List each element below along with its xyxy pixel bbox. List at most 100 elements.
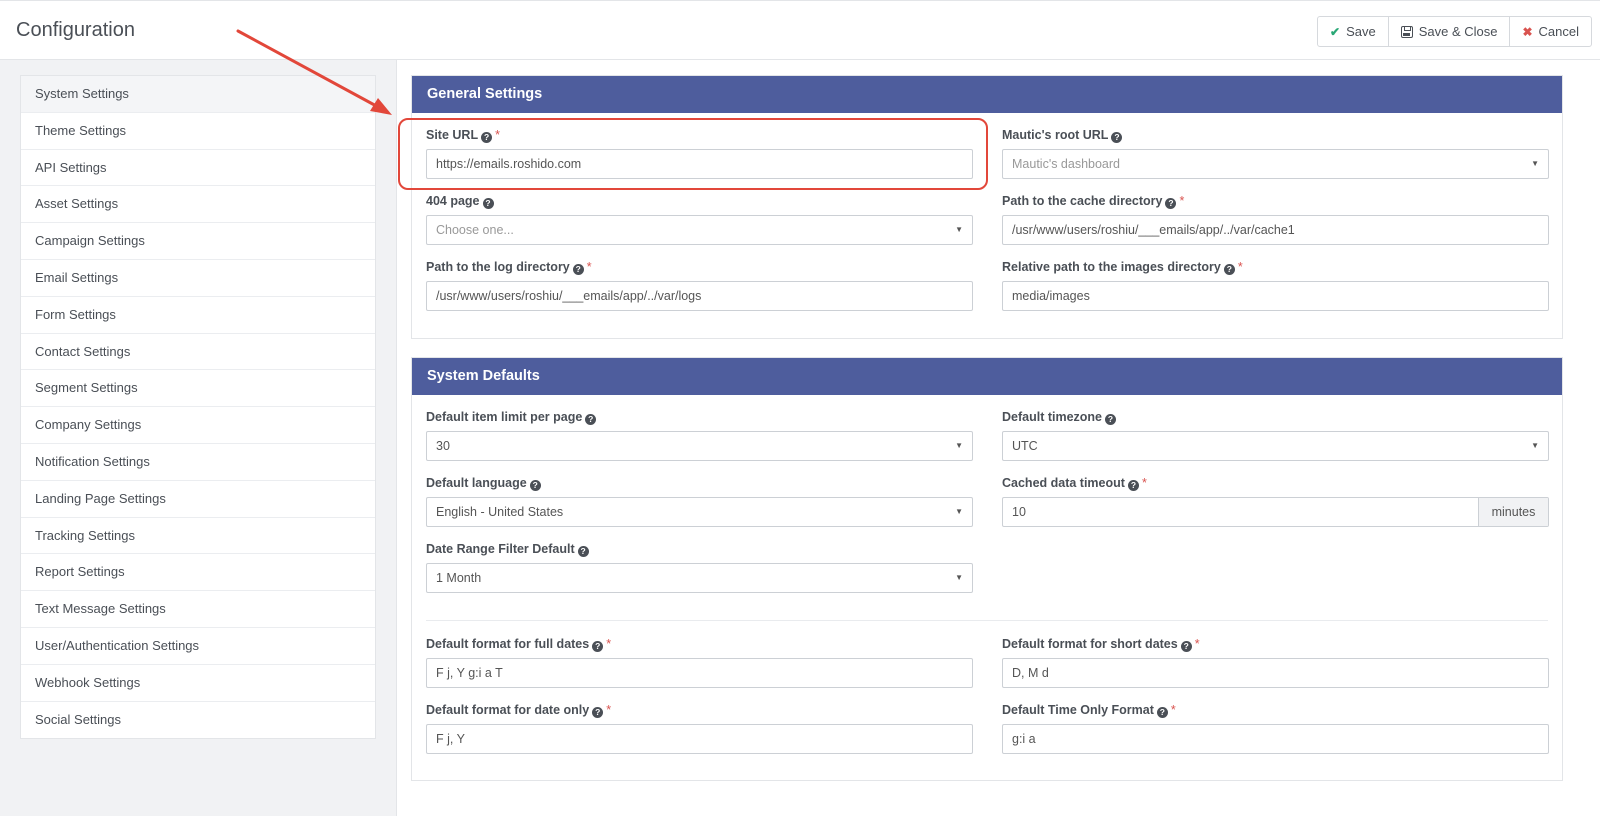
- page-404-label: 404 page: [426, 194, 480, 208]
- page-title: Configuration: [16, 19, 135, 41]
- general-settings-panel: General Settings Site URL? * https://emai…: [411, 75, 1563, 339]
- save-button[interactable]: ✔ Save: [1318, 17, 1388, 46]
- help-icon[interactable]: ?: [592, 641, 604, 652]
- item-limit-label: Default item limit per page: [426, 410, 583, 424]
- date-only-label: Default format for date only: [426, 703, 590, 717]
- root-url-field: Mautic's root URL? Mautic's dashboard ▼: [1002, 127, 1549, 179]
- sidebar-item-webhook[interactable]: Webhook Settings: [21, 665, 375, 702]
- time-only-input[interactable]: g:i a: [1002, 724, 1549, 754]
- help-icon[interactable]: ?: [1223, 264, 1235, 275]
- images-dir-input[interactable]: media/images: [1002, 281, 1549, 311]
- sidebar-item-contact[interactable]: Contact Settings: [21, 334, 375, 371]
- help-icon[interactable]: ?: [592, 707, 604, 718]
- help-icon[interactable]: ?: [585, 414, 597, 425]
- help-icon[interactable]: ?: [1111, 132, 1123, 143]
- sidebar-item-landing-page[interactable]: Landing Page Settings: [21, 481, 375, 518]
- help-icon[interactable]: ?: [1105, 414, 1117, 425]
- date-range-select[interactable]: 1 Month ▼: [426, 563, 973, 593]
- save-button-label: Save: [1346, 24, 1376, 39]
- page-404-placeholder: Choose one...: [436, 223, 514, 237]
- help-icon[interactable]: ?: [572, 264, 584, 275]
- help-icon[interactable]: ?: [1165, 198, 1177, 209]
- help-icon[interactable]: ?: [529, 480, 541, 491]
- sidebar-item-tracking[interactable]: Tracking Settings: [21, 518, 375, 555]
- language-label: Default language: [426, 476, 527, 490]
- cache-timeout-field: Cached data timeout? * 10 minutes: [1002, 475, 1549, 527]
- help-icon[interactable]: ?: [1180, 641, 1192, 652]
- timezone-field: Default timezone? UTC ▼: [1002, 409, 1549, 461]
- sidebar-item-report[interactable]: Report Settings: [21, 554, 375, 592]
- short-dates-field: Default format for short dates? * D, M d: [1002, 636, 1549, 688]
- cache-dir-input[interactable]: /usr/www/users/roshiu/___emails/app/../v…: [1002, 215, 1549, 245]
- sidebar-item-notification[interactable]: Notification Settings: [21, 444, 375, 481]
- cache-timeout-label: Cached data timeout: [1002, 476, 1125, 490]
- cache-timeout-input[interactable]: 10 minutes: [1002, 497, 1549, 527]
- system-defaults-panel: System Defaults Default item limit per p…: [411, 357, 1563, 781]
- required-mark: *: [1141, 476, 1147, 490]
- help-icon[interactable]: ?: [1127, 480, 1139, 491]
- date-range-value: 1 Month: [436, 571, 482, 585]
- timezone-value: UTC: [1012, 439, 1038, 453]
- item-limit-select[interactable]: 30 ▼: [426, 431, 973, 461]
- root-url-placeholder: Mautic's dashboard: [1012, 157, 1121, 171]
- time-only-label: Default Time Only Format: [1002, 703, 1154, 717]
- save-close-button-label: Save & Close: [1418, 24, 1498, 39]
- panel-title: System Defaults: [412, 358, 1562, 395]
- time-only-field: Default Time Only Format? * g:i a: [1002, 702, 1549, 754]
- help-icon[interactable]: ?: [482, 198, 494, 209]
- full-dates-label: Default format for full dates: [426, 637, 590, 651]
- required-mark: *: [586, 260, 592, 274]
- caret-down-icon: ▼: [955, 441, 963, 450]
- full-dates-field: Default format for full dates? * F j, Y g…: [426, 636, 973, 688]
- sidebar-item-form[interactable]: Form Settings: [21, 297, 375, 334]
- caret-down-icon: ▼: [1531, 441, 1539, 450]
- date-range-label: Date Range Filter Default: [426, 542, 575, 556]
- required-mark: *: [1179, 194, 1185, 208]
- sidebar-item-asset[interactable]: Asset Settings: [21, 186, 375, 224]
- required-mark: *: [606, 703, 612, 717]
- sidebar-item-system[interactable]: System Settings: [21, 76, 375, 113]
- caret-down-icon: ▼: [1531, 159, 1539, 168]
- sidebar-item-company[interactable]: Company Settings: [21, 407, 375, 444]
- help-icon[interactable]: ?: [1156, 707, 1168, 718]
- date-range-field: Date Range Filter Default? 1 Month ▼: [426, 541, 973, 593]
- annotation-highlight-box: [398, 118, 988, 190]
- minutes-addon: minutes: [1478, 498, 1548, 526]
- check-icon: ✔: [1330, 24, 1341, 39]
- top-bar: Configuration ✔ Save Save & Close ✖ Canc…: [0, 0, 1600, 60]
- close-icon: ✖: [1522, 24, 1533, 39]
- settings-sidebar: System Settings Theme Settings API Setti…: [20, 75, 376, 740]
- required-mark: *: [1194, 637, 1200, 651]
- log-dir-input[interactable]: /usr/www/users/roshiu/___emails/app/../v…: [426, 281, 973, 311]
- sidebar-item-user-auth[interactable]: User/Authentication Settings: [21, 628, 375, 665]
- required-mark: *: [1237, 260, 1243, 274]
- short-dates-input[interactable]: D, M d: [1002, 658, 1549, 688]
- log-dir-field: Path to the log directory? * /usr/www/use…: [426, 259, 973, 311]
- timezone-select[interactable]: UTC ▼: [1002, 431, 1549, 461]
- required-mark: *: [606, 637, 612, 651]
- item-limit-value: 30: [436, 439, 450, 453]
- sidebar-item-api[interactable]: API Settings: [21, 150, 375, 187]
- cache-dir-label: Path to the cache directory: [1002, 194, 1163, 208]
- cancel-button[interactable]: ✖ Cancel: [1509, 17, 1591, 46]
- page-404-select[interactable]: Choose one... ▼: [426, 215, 973, 245]
- toolbar: ✔ Save Save & Close ✖ Cancel: [1317, 16, 1592, 47]
- sidebar-item-email[interactable]: Email Settings: [21, 260, 375, 297]
- root-url-select[interactable]: Mautic's dashboard ▼: [1002, 149, 1549, 179]
- date-only-field: Default format for date only? * F j, Y: [426, 702, 973, 754]
- help-icon[interactable]: ?: [577, 546, 589, 557]
- sidebar-item-segment[interactable]: Segment Settings: [21, 370, 375, 408]
- save-close-button[interactable]: Save & Close: [1387, 17, 1510, 46]
- sidebar-item-theme[interactable]: Theme Settings: [21, 113, 375, 150]
- full-dates-input[interactable]: F j, Y g:i a T: [426, 658, 973, 688]
- caret-down-icon: ▼: [955, 225, 963, 234]
- page-404-field: 404 page? Choose one... ▼: [426, 193, 973, 245]
- date-only-input[interactable]: F j, Y: [426, 724, 973, 754]
- required-mark: *: [1170, 703, 1176, 717]
- sidebar-item-campaign[interactable]: Campaign Settings: [21, 223, 375, 260]
- sidebar-item-text-message[interactable]: Text Message Settings: [21, 591, 375, 628]
- language-select[interactable]: English - United States ▼: [426, 497, 973, 527]
- timezone-label: Default timezone: [1002, 410, 1103, 424]
- sidebar-item-social[interactable]: Social Settings: [21, 702, 375, 739]
- item-limit-field: Default item limit per page? 30 ▼: [426, 409, 973, 461]
